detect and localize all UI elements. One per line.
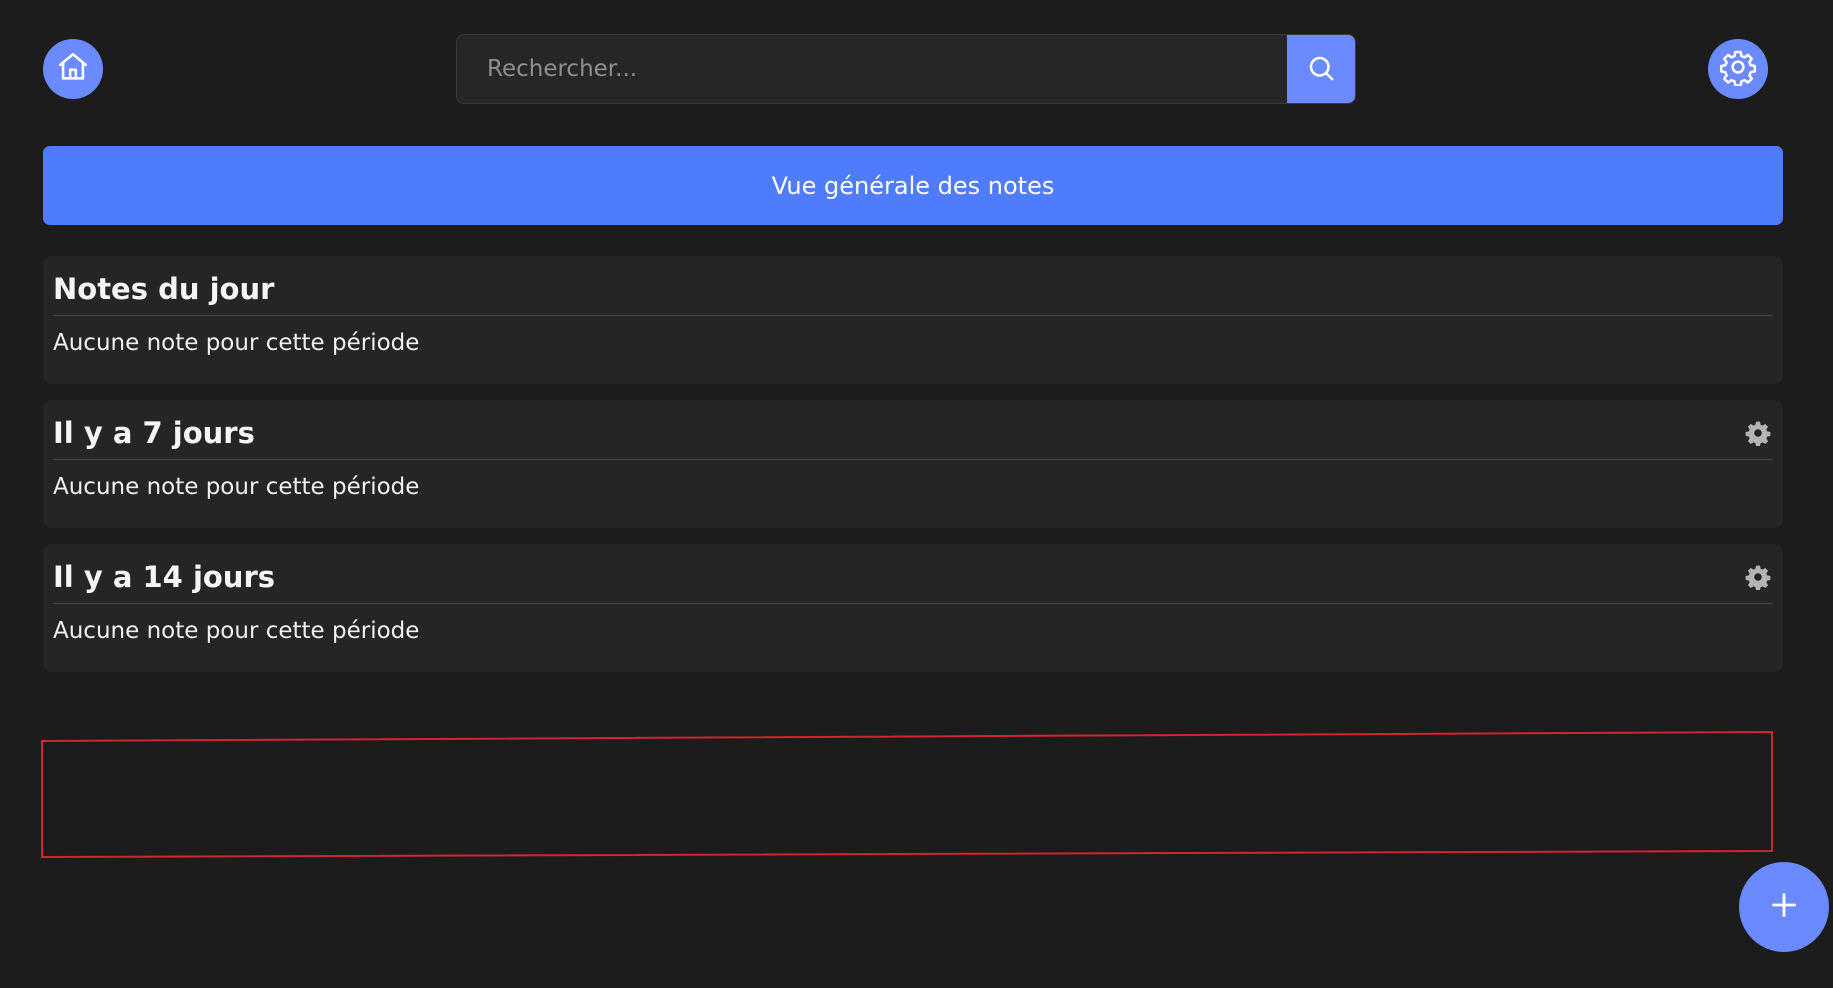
search-icon — [1306, 53, 1336, 86]
search-input[interactable] — [457, 35, 1287, 103]
app-root: Vue générale des notes Notes du jour Auc… — [0, 0, 1833, 988]
section-header: Il y a 14 jours — [53, 544, 1773, 604]
section-title: Notes du jour — [53, 271, 275, 306]
search-button[interactable] — [1287, 35, 1355, 103]
section-header: Il y a 7 jours — [53, 400, 1773, 460]
section-header: Notes du jour — [53, 256, 1773, 316]
notes-section-14-days: Il y a 14 jours Aucune note pour cette p… — [43, 544, 1783, 672]
notes-section-today: Notes du jour Aucune note pour cette pér… — [43, 256, 1783, 384]
overview-button[interactable]: Vue générale des notes — [43, 146, 1783, 225]
plus-icon — [1770, 891, 1798, 923]
settings-button[interactable] — [1708, 39, 1768, 99]
empty-outline-box — [41, 730, 1773, 859]
empty-message: Aucune note pour cette période — [53, 474, 420, 500]
notes-section-7-days: Il y a 7 jours Aucune note pour cette pé… — [43, 400, 1783, 528]
gear-icon[interactable] — [1745, 564, 1771, 590]
empty-message: Aucune note pour cette période — [53, 330, 420, 356]
home-button[interactable] — [43, 39, 103, 99]
gear-icon — [1719, 48, 1757, 90]
add-note-button[interactable] — [1739, 862, 1829, 952]
section-title: Il y a 14 jours — [53, 559, 276, 594]
home-icon — [56, 50, 90, 88]
gear-icon[interactable] — [1745, 420, 1771, 446]
section-title: Il y a 7 jours — [53, 415, 255, 450]
search-bar — [456, 34, 1356, 104]
empty-message: Aucune note pour cette période — [53, 618, 420, 644]
